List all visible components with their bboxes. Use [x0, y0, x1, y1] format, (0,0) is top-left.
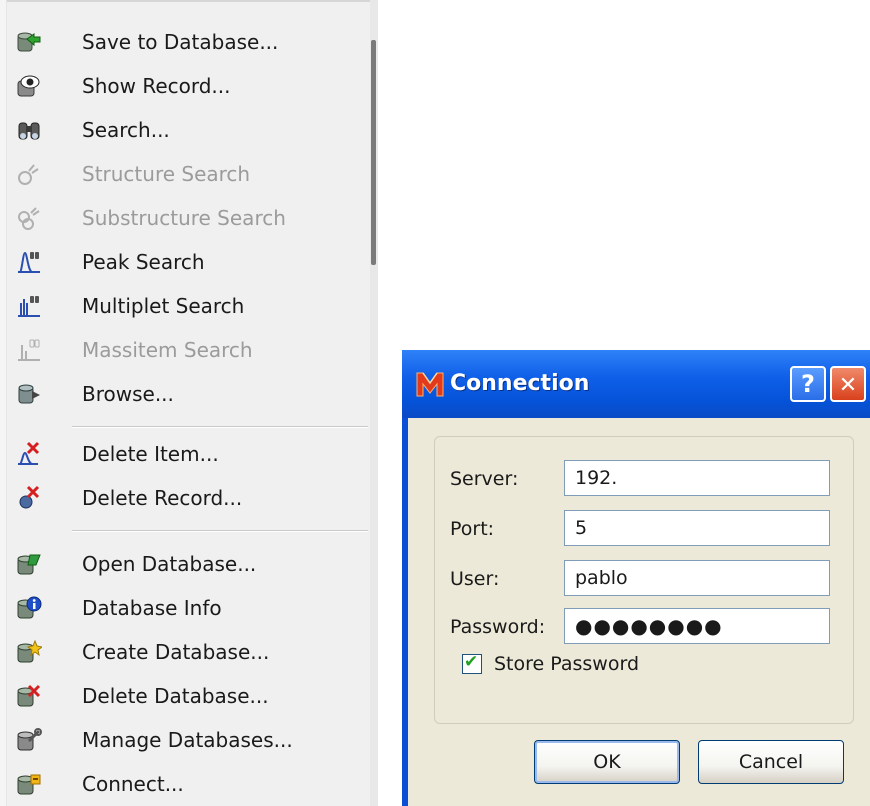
massitem-search-icon — [18, 339, 40, 361]
menu-item-label: Create Database... — [82, 640, 270, 664]
menu-scrollbar-thumb[interactable] — [371, 40, 376, 265]
menu-item-label: Show Record... — [82, 74, 231, 98]
menu-item-open-database[interactable]: Open Database... — [8, 542, 368, 586]
user-field[interactable]: pablo — [564, 560, 830, 596]
delete-item-icon — [18, 441, 40, 465]
menu-item-substructure-search[interactable]: Substructure Search — [8, 196, 368, 240]
close-icon: ✕ — [838, 373, 858, 398]
password-field[interactable]: ●●●●●●●● — [564, 608, 830, 644]
multiplet-search-icon — [18, 296, 40, 317]
menu-item-label: Browse... — [82, 382, 174, 406]
menu-item-manage-databases[interactable]: Manage Databases... — [8, 718, 368, 762]
user-label: User: — [450, 568, 500, 590]
delete-record-icon — [19, 485, 40, 509]
server-field[interactable]: 192. — [564, 460, 830, 496]
menu-item-label: Peak Search — [82, 250, 205, 274]
menu-item-delete-database[interactable]: Delete Database... — [8, 674, 368, 718]
menu-item-multiplet-search[interactable]: Multiplet Search — [8, 284, 368, 328]
help-button[interactable]: ? — [790, 366, 826, 402]
menu-item-label: Database Info — [82, 596, 222, 620]
substructure-search-icon — [18, 207, 40, 230]
menu-item-database-info[interactable]: Database Info — [8, 586, 368, 630]
server-label: Server: — [450, 468, 519, 490]
menu-item-create-database[interactable]: Create Database... — [8, 630, 368, 674]
create-database-icon — [17, 639, 42, 663]
eye-icon — [17, 75, 40, 97]
menu-item-browse[interactable]: Browse... — [8, 372, 368, 416]
menu-top-border — [0, 0, 370, 2]
menu-item-label: Delete Item... — [82, 442, 219, 466]
structure-search-icon — [18, 164, 39, 185]
menu-item-label: Connect... — [82, 772, 184, 796]
menu-item-save-to-database[interactable]: Save to Database... — [8, 20, 368, 64]
menu-item-structure-search[interactable]: Structure Search — [8, 152, 368, 196]
menu-item-delete-record[interactable]: Delete Record... — [8, 476, 368, 520]
menu-item-label: Substructure Search — [82, 206, 286, 230]
database-context-menu: Save to Database... Show Record... Searc… — [0, 0, 378, 806]
store-password-checkbox[interactable]: ✔ — [462, 652, 482, 674]
manage-databases-icon — [17, 728, 42, 751]
menu-left-edge — [0, 0, 7, 806]
menu-item-label: Massitem Search — [82, 338, 253, 362]
menu-item-show-record[interactable]: Show Record... — [8, 64, 368, 108]
connect-database-icon — [17, 774, 41, 795]
menu-separator — [72, 426, 368, 428]
menu-item-label: Structure Search — [82, 162, 251, 186]
cancel-button[interactable]: Cancel — [698, 740, 844, 784]
browse-database-icon — [18, 384, 40, 404]
dialog-titlebar[interactable]: Connection ? ✕ — [402, 350, 870, 418]
menu-item-massitem-search[interactable]: Massitem Search — [8, 328, 368, 372]
menu-item-label: Search... — [82, 118, 170, 142]
menu-item-label: Multiplet Search — [82, 294, 245, 318]
menu-item-delete-item[interactable]: Delete Item... — [8, 432, 368, 476]
store-password-label: Store Password — [494, 653, 640, 675]
checkmark-icon: ✔ — [464, 652, 479, 672]
close-button[interactable]: ✕ — [830, 366, 866, 402]
menu-separator — [72, 530, 368, 532]
dialog-title: Connection — [450, 371, 590, 396]
dialog-client-area: Server: 192. Port: 5 User: pablo Passwor… — [408, 418, 870, 806]
peak-search-icon — [18, 251, 40, 273]
menu-item-label: Manage Databases... — [82, 728, 293, 752]
database-info-icon — [17, 596, 42, 619]
app-logo-icon — [416, 372, 444, 397]
ok-button[interactable]: OK — [534, 740, 680, 784]
binoculars-icon — [18, 122, 40, 140]
help-icon: ? — [801, 370, 815, 398]
connection-dialog: Connection ? ✕ Server: 192. Port: 5 User… — [402, 350, 870, 806]
menu-item-peak-search[interactable]: Peak Search — [8, 240, 368, 284]
menu-item-label: Save to Database... — [82, 30, 279, 54]
menu-item-label: Delete Database... — [82, 684, 269, 708]
open-database-icon — [17, 554, 41, 575]
save-database-icon — [17, 32, 41, 52]
menu-item-label: Delete Record... — [82, 486, 243, 510]
port-label: Port: — [450, 518, 495, 540]
delete-database-icon — [17, 684, 41, 707]
menu-item-search[interactable]: Search... — [8, 108, 368, 152]
password-label: Password: — [450, 616, 546, 638]
port-field[interactable]: 5 — [564, 510, 830, 546]
menu-item-label: Open Database... — [82, 552, 257, 576]
menu-item-connect[interactable]: Connect... — [8, 762, 368, 806]
